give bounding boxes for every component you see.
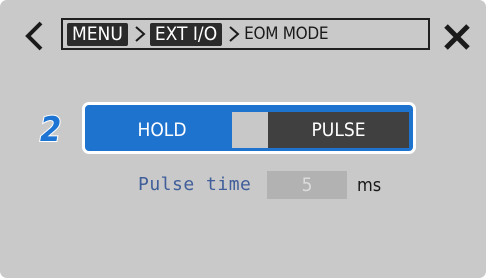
- pulse-time-field: 5: [267, 171, 347, 199]
- mode-option-pulse[interactable]: PULSE: [268, 112, 409, 148]
- breadcrumb-menu[interactable]: MENU: [67, 22, 128, 46]
- chevron-right-icon: [229, 26, 240, 42]
- breadcrumb: MENU EXT I/O EOM MODE: [61, 18, 430, 50]
- mode-option-hold[interactable]: HOLD: [92, 112, 232, 148]
- chevron-right-icon: [135, 26, 146, 42]
- breadcrumb-ext-io[interactable]: EXT I/O: [149, 22, 223, 46]
- step-number-badge: 2: [39, 110, 62, 150]
- close-button[interactable]: [442, 22, 472, 52]
- pulse-time-unit: ms: [357, 175, 382, 196]
- pulse-time-label: Pulse time: [138, 174, 252, 195]
- back-button[interactable]: [20, 20, 50, 52]
- close-icon: [444, 24, 470, 50]
- breadcrumb-current: EOM MODE: [244, 24, 329, 44]
- chevron-left-icon: [25, 21, 43, 51]
- eom-mode-screen: MENU EXT I/O EOM MODE 2 HOLD PULSE Pulse…: [0, 0, 486, 278]
